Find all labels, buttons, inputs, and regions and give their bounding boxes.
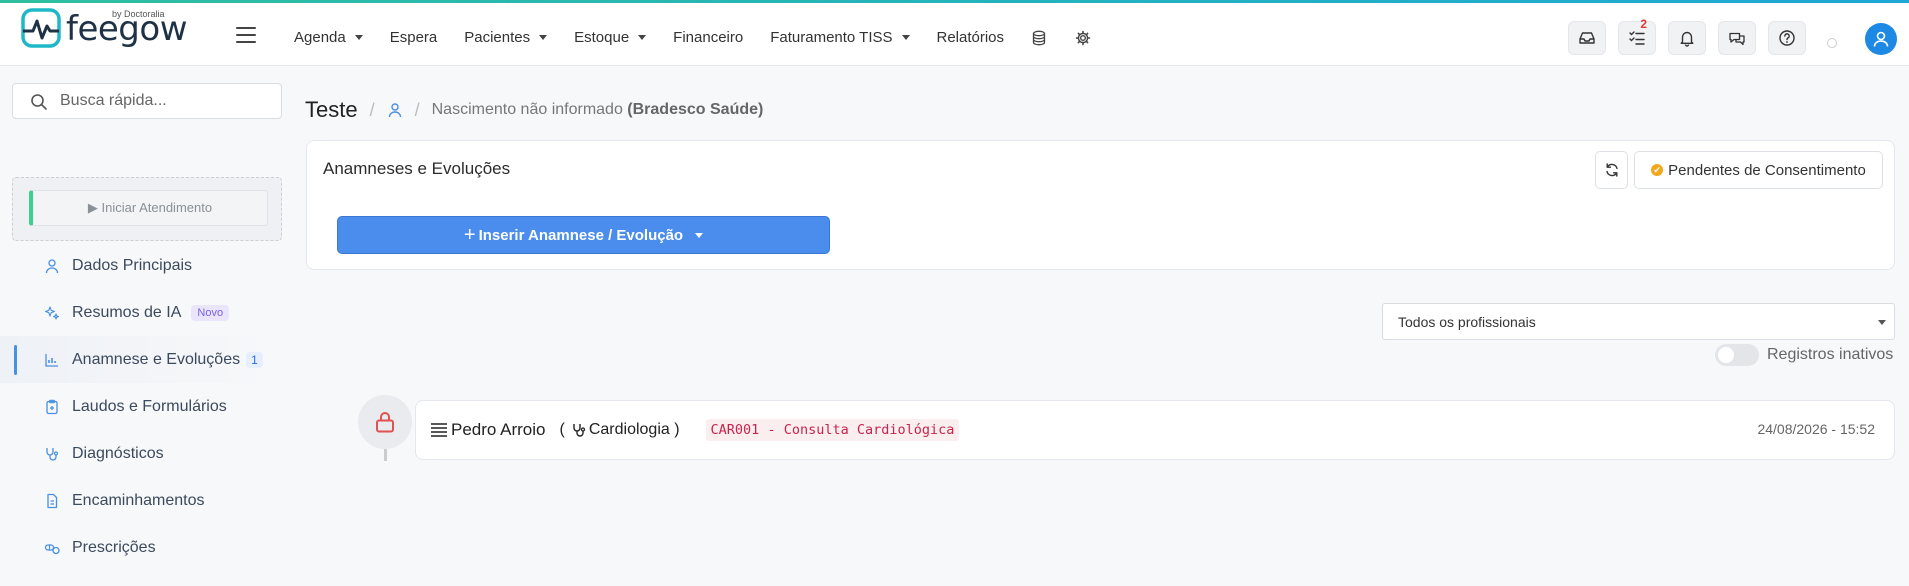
- brand-name: feegow: [66, 9, 188, 49]
- breadcrumb-separator: /: [369, 99, 375, 120]
- nav-financeiro[interactable]: Financeiro: [673, 29, 743, 46]
- chevron-down-icon: [1878, 320, 1886, 325]
- new-badge: Novo: [191, 304, 230, 321]
- sidebar-item-anamnese-evolucoes[interactable]: Anamnese e Evoluções 1: [0, 336, 282, 383]
- user-icon: [1873, 31, 1889, 47]
- user-icon: [45, 258, 59, 273]
- file-icon: [47, 493, 58, 508]
- patient-user-icon[interactable]: [387, 102, 403, 118]
- patient-insurance: (Bradesco Saúde): [627, 101, 764, 118]
- start-attendance-button[interactable]: ▶ Iniciar Atendimento: [29, 190, 268, 226]
- quick-search: [12, 83, 282, 119]
- nav-relatorios[interactable]: Relatórios: [937, 29, 1005, 46]
- help-button[interactable]: [1768, 21, 1806, 55]
- chevron-down-icon: [695, 232, 704, 238]
- stethoscope-icon: [573, 424, 585, 437]
- chat-icon: [1729, 32, 1745, 46]
- chat-button[interactable]: [1718, 21, 1756, 55]
- chevron-down-icon: [354, 35, 363, 40]
- sidebar-item-resumos-ia[interactable]: Resumos de IA Novo: [0, 289, 282, 336]
- inbox-button[interactable]: [1568, 21, 1606, 55]
- nav-faturamento-tiss[interactable]: Faturamento TISS: [770, 29, 910, 46]
- timeline-line: [384, 449, 387, 461]
- tasks-button[interactable]: 2: [1618, 17, 1656, 55]
- pills-icon: [44, 543, 60, 554]
- quick-search-input[interactable]: [60, 84, 275, 118]
- nav-estoque[interactable]: Estoque: [574, 29, 647, 46]
- patient-menu: Dados Principais Resumos de IA Novo Anam…: [0, 242, 282, 571]
- refresh-icon: [1605, 163, 1618, 177]
- sidebar: ▶ Iniciar Atendimento Dados Principais R…: [0, 66, 282, 586]
- chevron-down-icon: [539, 35, 548, 40]
- stethoscope-icon: [46, 447, 59, 461]
- timeline-marker: [358, 395, 412, 449]
- checklist-icon: [1629, 31, 1645, 45]
- list-icon: [431, 423, 447, 437]
- sidebar-item-diagnosticos[interactable]: Diagnósticos: [0, 430, 282, 477]
- sidebar-item-prescricoes[interactable]: Prescrições: [0, 524, 282, 571]
- count-badge: 1: [246, 351, 263, 368]
- clipboard-icon: [46, 399, 58, 414]
- pending-consent-button[interactable]: ✔ Pendentes de Consentimento: [1634, 151, 1883, 189]
- tasks-badge: 2: [1640, 17, 1647, 31]
- check-circle-icon: ✔: [1651, 164, 1664, 176]
- chevron-down-icon: [901, 35, 910, 40]
- status-dot-icon: [1827, 38, 1837, 48]
- top-bar: by Doctoralia feegow Agenda Espera Pacie…: [0, 3, 1909, 66]
- nav-pacientes[interactable]: Pacientes: [464, 29, 548, 46]
- card-title: Anamneses e Evoluções: [323, 159, 511, 178]
- inactive-records-label: Registros inativos: [1767, 346, 1894, 363]
- record-professional: Pedro Arroio: [451, 420, 546, 439]
- breadcrumb: Teste / / Nascimento não informado (Brad…: [305, 95, 763, 125]
- sidebar-item-dados-principais[interactable]: Dados Principais: [0, 242, 282, 289]
- record-entry[interactable]: Pedro Arroio ( Cardiologia ) CAR001 - Co…: [415, 400, 1895, 460]
- breadcrumb-separator: /: [414, 99, 420, 120]
- inactive-records-toggle[interactable]: [1715, 344, 1759, 366]
- inbox-icon: [1579, 32, 1595, 44]
- anamnesis-card: Anamneses e Evoluções ✔ Pendentes de Con…: [306, 140, 1895, 270]
- gear-icon[interactable]: [1075, 30, 1091, 46]
- nav-espera[interactable]: Espera: [390, 29, 438, 46]
- inactive-records-toggle-row: Registros inativos: [1715, 344, 1893, 366]
- patient-birth-info: Nascimento não informado (Bradesco Saúde…: [431, 101, 764, 118]
- professional-filter-select[interactable]: Todos os profissionais: [1382, 303, 1895, 340]
- sparkles-icon: [44, 305, 60, 320]
- search-icon: [31, 94, 47, 110]
- logo-icon: [21, 8, 61, 48]
- record-specialty: ( Cardiologia ): [559, 421, 680, 438]
- hamburger-menu-icon[interactable]: [236, 27, 256, 43]
- record-datetime: 24/08/2026 - 15:52: [1757, 421, 1875, 437]
- brand-logo[interactable]: by Doctoralia feegow: [20, 5, 188, 55]
- help-icon: [1779, 30, 1795, 46]
- bell-icon: [1680, 31, 1694, 47]
- sidebar-item-laudos-formularios[interactable]: Laudos e Formulários: [0, 383, 282, 430]
- chart-icon: [45, 353, 58, 367]
- user-avatar[interactable]: [1865, 23, 1897, 55]
- record-procedure-code: CAR001 - Consulta Cardiológica: [705, 419, 960, 441]
- lock-icon: [376, 412, 394, 433]
- chevron-down-icon: [638, 35, 647, 40]
- sidebar-item-encaminhamentos[interactable]: Encaminhamentos: [0, 477, 282, 524]
- refresh-button[interactable]: [1595, 151, 1628, 189]
- insert-anamnesis-button[interactable]: + Inserir Anamnese / Evolução: [337, 216, 830, 254]
- start-attendance-area: ▶ Iniciar Atendimento: [12, 177, 282, 241]
- database-icon[interactable]: [1031, 30, 1047, 46]
- patient-name: Teste: [305, 97, 358, 122]
- plus-icon: +: [463, 223, 476, 246]
- nav-agenda[interactable]: Agenda: [294, 29, 363, 46]
- main-nav: Agenda Espera Pacientes Estoque Financei…: [294, 6, 1119, 69]
- notifications-button[interactable]: [1668, 21, 1706, 55]
